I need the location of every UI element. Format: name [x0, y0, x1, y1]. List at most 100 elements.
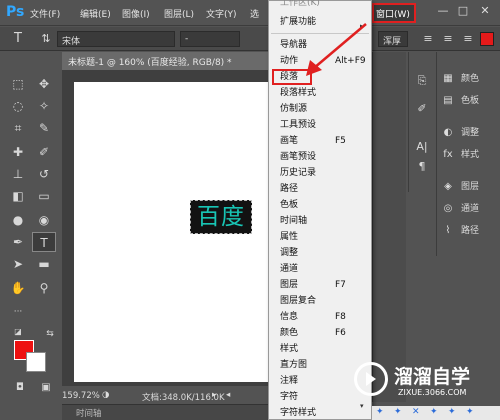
- swap-colors-icon[interactable]: ⇆: [38, 324, 62, 344]
- move-tool-icon[interactable]: ✥: [32, 74, 56, 94]
- menu-item[interactable]: 时间轴: [269, 213, 371, 229]
- quick-mask-icon[interactable]: ◘: [8, 378, 32, 398]
- history-panel-icon[interactable]: ⎘: [413, 72, 431, 90]
- menu-item[interactable]: 画笔 F5: [269, 133, 371, 149]
- taskbar-icon[interactable]: ✦: [376, 407, 384, 417]
- dodge-tool-icon[interactable]: ◉: [32, 210, 56, 230]
- menu-item[interactable]: 画笔预设: [269, 149, 371, 165]
- status-arrow-icon[interactable]: ▸: [212, 390, 216, 400]
- more-tools-icon[interactable]: ···: [6, 302, 30, 322]
- menu-item[interactable]: 图层 F7: [269, 277, 371, 293]
- font-style-select[interactable]: -: [180, 31, 240, 47]
- adjustments-panel-icon: ◐: [443, 126, 453, 138]
- background-color[interactable]: [26, 352, 46, 372]
- document-tab[interactable]: 未标题-1 @ 160% (百度经验, RGB/8) *: [62, 52, 272, 70]
- taskbar-icon[interactable]: ✦: [448, 407, 456, 417]
- menu-item[interactable]: 通道: [269, 261, 371, 277]
- menu-item[interactable]: 工具预设: [269, 117, 371, 133]
- menu-item[interactable]: 样式: [269, 341, 371, 357]
- options-bar: T ⇅ 宋体 - 浑厚 ≡ ≡ ≡: [0, 27, 500, 51]
- menu-item-label: 图层: [280, 280, 299, 290]
- panel-styles[interactable]: fx 样式: [441, 144, 479, 166]
- eraser-tool-icon[interactable]: ◧: [6, 186, 30, 206]
- taskbar-icon[interactable]: ✕: [412, 407, 420, 417]
- font-family-select[interactable]: 宋体: [57, 31, 175, 47]
- hand-tool-icon[interactable]: ✋: [6, 278, 30, 298]
- panel-paths[interactable]: ⌇ 路径: [441, 220, 479, 242]
- healing-brush-icon[interactable]: ✚: [6, 142, 30, 162]
- menu-item[interactable]: 色板: [269, 197, 371, 213]
- taskbar-icon[interactable]: ✦: [466, 407, 474, 417]
- panel-channels[interactable]: ◎ 通道: [441, 198, 479, 220]
- path-select-icon[interactable]: ➤: [6, 254, 30, 274]
- menu-file[interactable]: 文件(F): [30, 7, 60, 20]
- menu-item[interactable]: 路径: [269, 181, 371, 197]
- menu-item-label: 直方图: [280, 360, 308, 370]
- screen-mode-icon[interactable]: ▣: [34, 378, 58, 398]
- menu-item-label: 字符: [280, 392, 299, 402]
- tools-panel: ⬚ ✥ ◌ ✧ ⌗ ✎ ✚ ✐ ⊥ ↺ ◧ ▭ ● ◉ ✒ T ➤ ▬ ✋ ⚲ …: [2, 56, 62, 393]
- menu-item[interactable]: 信息 F8: [269, 309, 371, 325]
- menu-edit[interactable]: 编辑(E): [80, 7, 111, 20]
- zoom-level[interactable]: 159.72%: [62, 391, 100, 401]
- status-info-icon[interactable]: ◑: [102, 390, 109, 400]
- character-panel-icon[interactable]: A|: [413, 138, 431, 156]
- type-tool-icon[interactable]: T: [6, 29, 30, 49]
- panel-layers[interactable]: ◈ 图层: [441, 176, 479, 198]
- lasso-tool-icon[interactable]: ◌: [6, 96, 30, 116]
- color-panel-icon: ▦: [443, 72, 453, 84]
- scroll-left-icon[interactable]: ◂: [226, 390, 230, 400]
- menu-item-label: 时间轴: [280, 216, 308, 226]
- taskbar-icon[interactable]: ✦: [430, 407, 438, 417]
- timeline-panel[interactable]: 时间轴: [62, 404, 270, 420]
- taskbar-icon[interactable]: ✦: [394, 407, 402, 417]
- menu-item[interactable]: 颜色 F6: [269, 325, 371, 341]
- panel-scroll-area: [372, 52, 406, 402]
- menu-window[interactable]: 窗口(W): [372, 3, 416, 23]
- type-tool-icon[interactable]: T: [32, 232, 56, 252]
- watermark-url: ZIXUE.3066.COM: [398, 388, 467, 397]
- menu-item[interactable]: 属性: [269, 229, 371, 245]
- text-layer[interactable]: 百度: [190, 200, 252, 234]
- text-color-swatch[interactable]: [480, 32, 494, 46]
- menu-item[interactable]: 历史记录: [269, 165, 371, 181]
- text-orientation-icon[interactable]: ⇅: [34, 29, 58, 49]
- brush-panel-icon[interactable]: ✐: [413, 100, 431, 118]
- maximize-icon[interactable]: □: [456, 4, 470, 18]
- magic-wand-icon[interactable]: ✧: [32, 96, 56, 116]
- menu-item[interactable]: 调整: [269, 245, 371, 261]
- clone-stamp-icon[interactable]: ⊥: [6, 164, 30, 184]
- panel-swatches[interactable]: ▤ 色板: [441, 90, 479, 112]
- layers-panel-icon: ◈: [444, 180, 452, 192]
- brush-tool-icon[interactable]: ✐: [32, 142, 56, 162]
- history-brush-icon[interactable]: ↺: [32, 164, 56, 184]
- menu-type[interactable]: 文字(Y): [206, 7, 237, 20]
- crop-tool-icon[interactable]: ⌗: [6, 118, 30, 138]
- align-right-icon[interactable]: ≡: [456, 29, 480, 49]
- pen-tool-icon[interactable]: ✒: [6, 232, 30, 252]
- eyedropper-icon[interactable]: ✎: [32, 118, 56, 138]
- menu-item[interactable]: 仿制源: [269, 101, 371, 117]
- menu-item[interactable]: 工作区(K): [269, 0, 371, 11]
- panel-color[interactable]: ▦ 颜色: [441, 68, 479, 90]
- zoom-tool-icon[interactable]: ⚲: [32, 278, 56, 298]
- paragraph-panel-icon[interactable]: ¶: [413, 158, 431, 176]
- menu-item[interactable]: 图层复合: [269, 293, 371, 309]
- marquee-tool-icon[interactable]: ⬚: [6, 74, 30, 94]
- gradient-tool-icon[interactable]: ▭: [32, 186, 56, 206]
- menu-item[interactable]: 段落样式: [269, 85, 371, 101]
- blur-tool-icon[interactable]: ●: [6, 210, 30, 230]
- panel-adjustments[interactable]: ◐ 调整: [441, 122, 479, 144]
- menu-item-label: 属性: [280, 232, 299, 242]
- status-bar: 159.72% ◑ 文档:348.0K/116.0K ▸ ◂: [62, 388, 270, 404]
- menu-item-label: 路径: [280, 184, 299, 194]
- default-colors-icon[interactable]: ◪: [6, 322, 30, 342]
- menu-item-label: 仿制源: [280, 104, 308, 114]
- minimize-icon[interactable]: —: [436, 4, 450, 18]
- antialias-select[interactable]: 浑厚: [378, 31, 408, 47]
- menu-select[interactable]: 选: [250, 7, 259, 20]
- menu-layer[interactable]: 图层(L): [164, 7, 194, 20]
- close-icon[interactable]: ✕: [478, 4, 492, 18]
- menu-image[interactable]: 图像(I): [122, 7, 150, 20]
- shape-tool-icon[interactable]: ▬: [32, 254, 56, 274]
